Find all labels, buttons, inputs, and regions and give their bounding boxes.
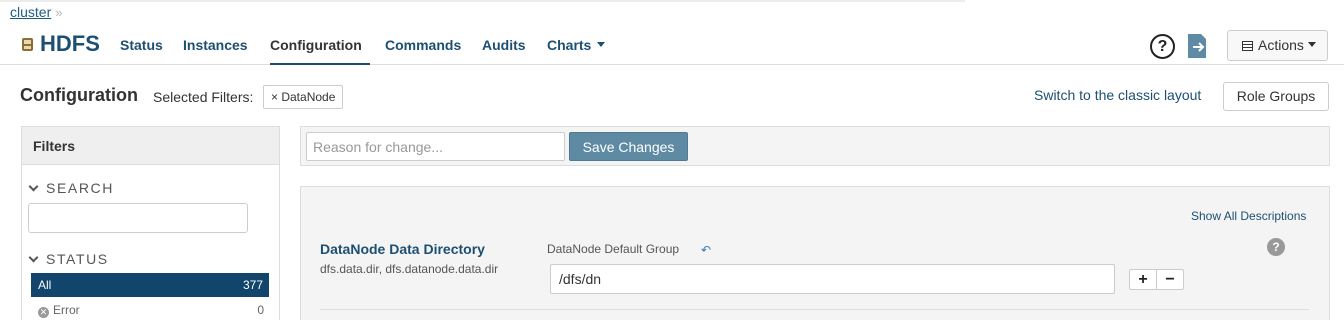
tab-charts-label: Charts: [547, 37, 592, 53]
switch-classic-layout-link[interactable]: Switch to the classic layout: [1034, 87, 1201, 103]
property-title[interactable]: DataNode Data Directory: [320, 241, 485, 257]
role-groups-button[interactable]: Role Groups: [1223, 82, 1329, 111]
page-title: Configuration: [20, 85, 138, 105]
top-rule: [0, 0, 965, 2]
chevron-down-icon: [1307, 42, 1316, 47]
add-remove-button-group: + −: [1129, 269, 1184, 290]
remove-value-button[interactable]: −: [1157, 270, 1183, 289]
search-section-label: SEARCH: [46, 180, 114, 196]
selected-filters-label: Selected Filters:: [153, 89, 254, 105]
list-icon: [1242, 41, 1253, 51]
tab-configuration[interactable]: Configuration: [270, 37, 370, 65]
service-header: HDFS Status Instances Configuration Comm…: [0, 28, 1344, 65]
show-all-descriptions-link[interactable]: Show All Descriptions: [1191, 209, 1306, 223]
actions-label: Actions: [1258, 37, 1304, 53]
filter-search-input[interactable]: [28, 203, 248, 233]
save-changes-button[interactable]: Save Changes: [569, 132, 688, 161]
property-help-icon[interactable]: ?: [1267, 238, 1285, 256]
help-icon[interactable]: ?: [1150, 34, 1175, 59]
status-filter-error[interactable]: ✕ Error 0: [38, 302, 264, 318]
breadcrumb: cluster »: [10, 4, 62, 20]
actions-dropdown-button[interactable]: Actions: [1227, 30, 1328, 61]
chevron-down-icon: [597, 42, 606, 47]
config-properties-panel: Show All Descriptions DataNode Data Dire…: [300, 186, 1330, 320]
property-divider: [320, 309, 1309, 310]
status-error-label: Error: [53, 303, 80, 317]
search-section-toggle[interactable]: SEARCH: [28, 180, 114, 196]
chevron-down-icon: [28, 181, 39, 192]
status-all-label: All: [38, 278, 52, 292]
filters-panel: Filters SEARCH STATUS All 377 ✕ Error 0: [21, 126, 280, 320]
property-keys: dfs.data.dir, dfs.datanode.data.dir: [320, 262, 499, 276]
reason-for-change-input[interactable]: [306, 132, 565, 161]
filters-title: Filters: [22, 127, 279, 165]
export-icon[interactable]: [1186, 32, 1210, 60]
change-reason-bar: Save Changes: [300, 126, 1330, 166]
tab-instances[interactable]: Instances: [183, 37, 248, 65]
chevron-down-icon: [28, 252, 39, 263]
role-group-label: DataNode Default Group: [547, 242, 680, 256]
hdfs-service-icon: [22, 38, 33, 51]
status-section-label: STATUS: [46, 251, 109, 267]
status-filter-all[interactable]: All 377: [31, 273, 269, 297]
add-value-button[interactable]: +: [1130, 270, 1157, 289]
tab-status[interactable]: Status: [120, 37, 163, 65]
error-icon: ✕: [38, 307, 49, 318]
undo-icon[interactable]: ↶: [701, 243, 711, 257]
service-name[interactable]: HDFS: [40, 31, 100, 57]
data-directory-value-input[interactable]: /dfs/dn: [550, 264, 1115, 294]
breadcrumb-separator: »: [55, 5, 63, 20]
breadcrumb-cluster-link[interactable]: cluster: [10, 4, 51, 20]
tab-commands[interactable]: Commands: [385, 37, 461, 65]
status-all-count: 377: [242, 278, 263, 292]
tab-charts[interactable]: Charts: [547, 37, 606, 65]
status-error-count: 0: [257, 303, 264, 317]
tab-audits[interactable]: Audits: [482, 37, 526, 65]
filter-chip-datanode[interactable]: × DataNode: [263, 85, 344, 109]
status-section-toggle[interactable]: STATUS: [28, 251, 109, 267]
